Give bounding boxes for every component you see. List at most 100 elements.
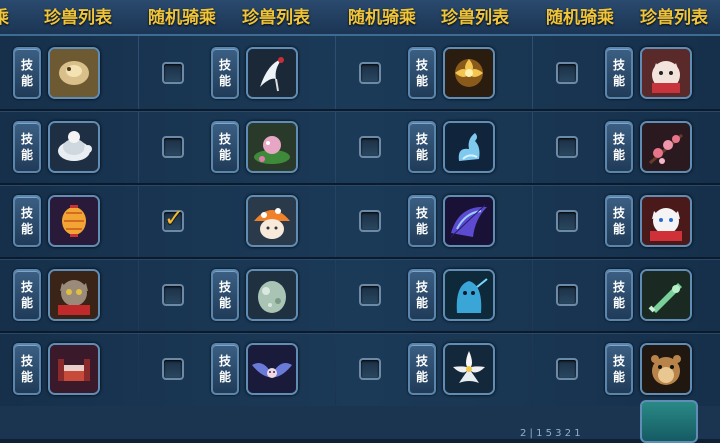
skill-button[interactable]: 技能	[408, 269, 436, 321]
lantern-pet-icon[interactable]	[48, 195, 100, 247]
header-label-pet-list: 珍兽列表	[44, 8, 112, 28]
skill-button[interactable]: 技能	[408, 343, 436, 395]
random-ride-checkbox[interactable]	[556, 136, 578, 158]
blue-ghost-pet-icon[interactable]	[443, 269, 495, 321]
skill-button-label-top: 技	[612, 58, 625, 72]
skill-button[interactable]: 技能	[605, 121, 633, 173]
skill-button-label-bottom: 能	[612, 148, 625, 162]
skill-button-label-bottom: 能	[612, 74, 625, 88]
skill-button-label-bottom: 能	[415, 370, 428, 384]
mushroom-pet-icon[interactable]	[246, 195, 298, 247]
skill-button-label-top: 技	[218, 354, 231, 368]
random-ride-checkbox[interactable]	[162, 284, 184, 306]
stone-egg-pet-icon[interactable]	[246, 269, 298, 321]
golden-scroll-pet-icon[interactable]	[48, 47, 100, 99]
skill-button[interactable]: 技能	[211, 269, 239, 321]
skill-button[interactable]: 技能	[605, 269, 633, 321]
skill-button-label-bottom: 能	[20, 148, 33, 162]
skill-button-label-bottom: 能	[218, 370, 231, 384]
butterfly-wing-pet-icon[interactable]	[443, 195, 495, 247]
table-header: 乘 珍兽列表 随机骑乘 珍兽列表 随机骑乘 珍兽列表 随机骑乘 珍兽列表	[0, 0, 720, 36]
row-divider	[0, 257, 720, 259]
skill-button[interactable]: 技能	[408, 47, 436, 99]
skill-button[interactable]: 技能	[605, 47, 633, 99]
skill-button-label-top: 技	[20, 354, 33, 368]
grumpy-cat-pet-icon[interactable]	[48, 269, 100, 321]
skill-button[interactable]: 技能	[13, 269, 41, 321]
skill-button[interactable]: 技能	[408, 195, 436, 247]
skill-button[interactable]: 技能	[13, 121, 41, 173]
row-divider	[0, 109, 720, 111]
skill-button-label-top: 技	[218, 280, 231, 294]
header-label-random-ride: 随机骑乘	[546, 8, 614, 28]
skill-button-label-top: 技	[612, 280, 625, 294]
skill-button[interactable]: 技能	[13, 195, 41, 247]
random-ride-checkbox[interactable]	[162, 358, 184, 380]
skill-button-label-bottom: 能	[20, 74, 33, 88]
header-label-random-ride: 乘	[0, 8, 9, 28]
column-divider	[335, 36, 336, 406]
skill-button-label-top: 技	[20, 206, 33, 220]
random-ride-checkbox[interactable]	[359, 210, 381, 232]
white-lily-pet-icon[interactable]	[443, 343, 495, 395]
crystal-swan-pet-icon[interactable]	[443, 121, 495, 173]
white-crane-pet-icon[interactable]	[246, 47, 298, 99]
header-label-random-ride: 随机骑乘	[348, 8, 416, 28]
skill-button[interactable]: 技能	[605, 195, 633, 247]
skill-button-label-top: 技	[20, 58, 33, 72]
skill-button-label-bottom: 能	[415, 74, 428, 88]
random-ride-checkbox[interactable]	[556, 358, 578, 380]
skill-button[interactable]: 技能	[211, 343, 239, 395]
lucky-cat-pet-icon[interactable]	[640, 47, 692, 99]
footer-button[interactable]	[640, 400, 698, 443]
lotus-frog-pet-icon[interactable]	[246, 121, 298, 173]
golden-flower-pet-icon[interactable]	[443, 47, 495, 99]
skill-button-label-bottom: 能	[612, 370, 625, 384]
random-ride-checkbox[interactable]	[162, 136, 184, 158]
skill-button-label-bottom: 能	[20, 222, 33, 236]
skill-button-label-bottom: 能	[612, 296, 625, 310]
skill-button-label-bottom: 能	[218, 148, 231, 162]
hamster-pet-icon[interactable]	[640, 343, 692, 395]
skill-button-label-top: 技	[612, 132, 625, 146]
red-cat-pet-icon[interactable]	[640, 195, 692, 247]
skill-button-label-top: 技	[20, 132, 33, 146]
row-divider	[0, 183, 720, 185]
red-bed-pet-icon[interactable]	[48, 343, 100, 395]
jade-sword-pet-icon[interactable]	[640, 269, 692, 321]
random-ride-checkbox[interactable]	[556, 210, 578, 232]
skill-button[interactable]: 技能	[605, 343, 633, 395]
bat-fairy-pet-icon[interactable]	[246, 343, 298, 395]
skill-button-label-bottom: 能	[218, 74, 231, 88]
white-turtle-pet-icon[interactable]	[48, 121, 100, 173]
plum-blossom-pet-icon[interactable]	[640, 121, 692, 173]
random-ride-checkbox[interactable]	[556, 284, 578, 306]
skill-button-label-top: 技	[218, 58, 231, 72]
random-ride-checkbox[interactable]	[162, 62, 184, 84]
skill-button-label-top: 技	[415, 58, 428, 72]
skill-button[interactable]: 技能	[13, 47, 41, 99]
random-ride-checkbox[interactable]	[359, 284, 381, 306]
skill-button[interactable]: 技能	[13, 343, 41, 395]
random-ride-checkbox[interactable]	[359, 358, 381, 380]
footer-bar	[0, 406, 720, 439]
skill-button-label-top: 技	[415, 206, 428, 220]
random-ride-checkbox[interactable]: ✓	[162, 204, 184, 232]
skill-button-label-bottom: 能	[218, 296, 231, 310]
skill-button-label-top: 技	[415, 354, 428, 368]
header-label-pet-list: 珍兽列表	[441, 8, 509, 28]
skill-button-label-top: 技	[415, 280, 428, 294]
footer-text: 2 | 1 5 3 2 1	[520, 428, 581, 439]
skill-button-label-bottom: 能	[415, 222, 428, 236]
checkmark-icon: ✓	[164, 204, 185, 232]
skill-button[interactable]: 技能	[211, 47, 239, 99]
column-divider	[138, 36, 139, 406]
random-ride-checkbox[interactable]	[359, 136, 381, 158]
skill-button[interactable]: 技能	[211, 121, 239, 173]
random-ride-checkbox[interactable]	[359, 62, 381, 84]
skill-button-label-bottom: 能	[415, 296, 428, 310]
header-label-pet-list: 珍兽列表	[640, 8, 708, 28]
skill-button-label-top: 技	[612, 354, 625, 368]
random-ride-checkbox[interactable]	[556, 62, 578, 84]
skill-button[interactable]: 技能	[408, 121, 436, 173]
